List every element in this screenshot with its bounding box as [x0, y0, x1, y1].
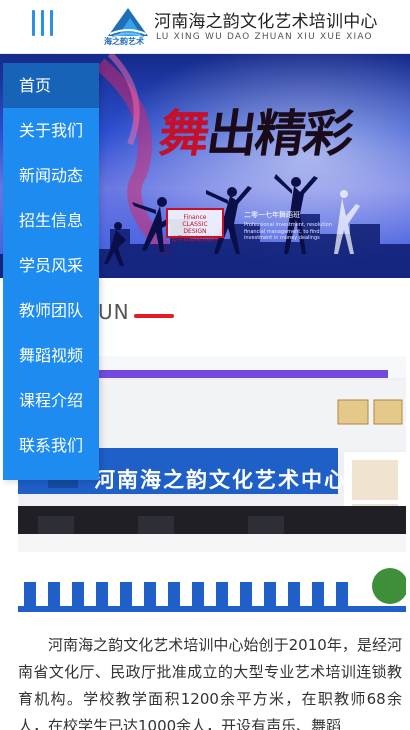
nav-item-students[interactable]: 学员风采	[3, 243, 99, 288]
nav-item-courses[interactable]: 课程介绍	[3, 378, 99, 423]
section-heading-en: UN	[98, 300, 130, 324]
nav-item-teachers[interactable]: 教师团队	[3, 288, 99, 333]
banner-badge: Finance CLASSIC DESIGN 追寻自由舞蹈精神	[166, 208, 224, 243]
nav-item-news[interactable]: 新闻动态	[3, 153, 99, 198]
nav-item-contact[interactable]: 联系我们	[3, 423, 99, 468]
banner-subtitle: 二零一七年舞蹈班	[244, 211, 300, 219]
nav-item-dance-videos[interactable]: 舞蹈视频	[3, 333, 99, 378]
site-subtitle: LU XING WU DAO ZHUAN XIU XUE XIAO	[156, 32, 373, 42]
site-header: 海之韵艺术 河南海之韵文化艺术培训中心 LU XING WU DAO ZHUAN…	[0, 0, 410, 54]
nav-item-home[interactable]: 首页	[3, 63, 99, 108]
photo-sign-text: 河南海之韵文化艺术中心	[94, 467, 347, 492]
logo-caption: 海之韵艺术	[104, 37, 144, 46]
side-nav-menu: 首页 关于我们 新闻动态 招生信息 学员风采 教师团队 舞蹈视频 课程介绍 联系…	[3, 63, 99, 480]
intro-paragraph: 河南海之韵文化艺术培训中心始创于2010年，是经河南省文化厅、民政厅批准成立的大…	[18, 636, 402, 730]
site-title: 河南海之韵文化艺术培训中心	[154, 12, 378, 32]
nav-item-about[interactable]: 关于我们	[3, 108, 99, 153]
heading-underline	[134, 314, 174, 318]
nav-item-admissions[interactable]: 招生信息	[3, 198, 99, 243]
hamburger-icon[interactable]	[28, 10, 56, 40]
banner-text: Professional investment, resolution fina…	[244, 222, 332, 241]
banner-title: 舞出精彩	[155, 104, 356, 163]
